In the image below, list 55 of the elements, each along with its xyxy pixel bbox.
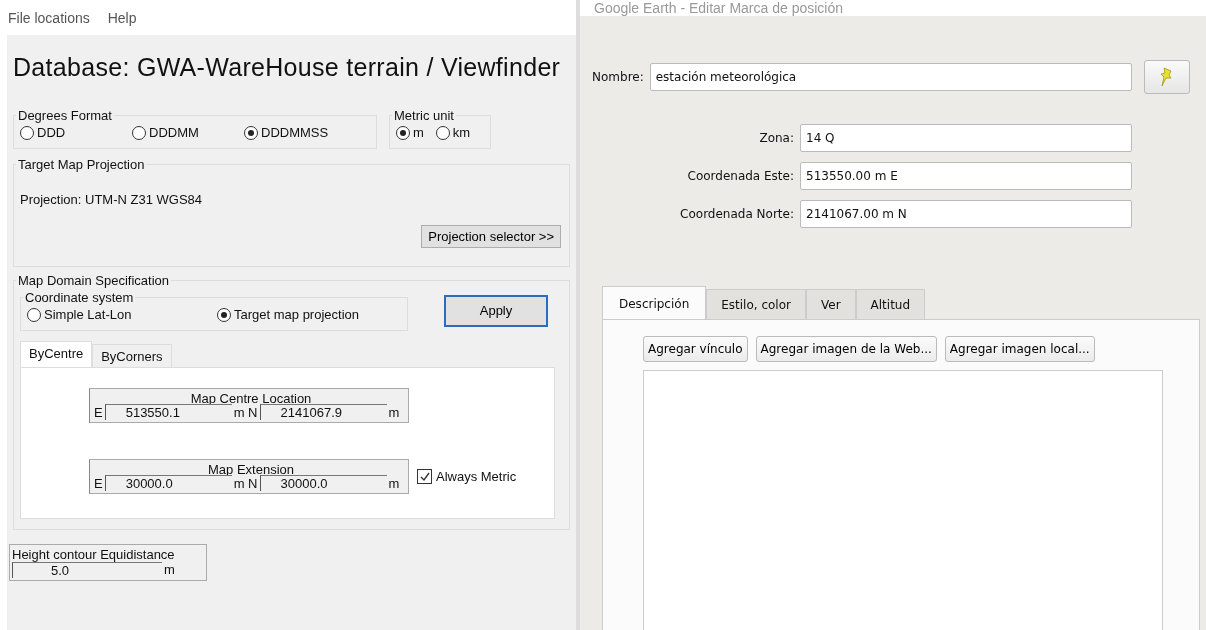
menu-item[interactable]: Help (107, 9, 137, 26)
radio-option[interactable]: km (435, 125, 471, 140)
input-field[interactable]: 2141067.00 m N (800, 200, 1132, 228)
tab[interactable]: Altitud (855, 289, 926, 319)
add-button[interactable]: Agregar imagen local... (944, 336, 1095, 362)
checkmark-icon (418, 470, 431, 483)
window-title: Google Earth - Editar Marca de posición (594, 0, 843, 16)
projection-text: Projection: UTM-N Z31 WGS84 (20, 192, 204, 207)
panel-label: Map Extension (207, 462, 295, 477)
field-label: m N (233, 475, 258, 491)
group-label: Target Map Projection (17, 157, 146, 172)
tab[interactable]: ByCentre (20, 341, 93, 367)
field-label: Coordenada Norte: (679, 207, 794, 221)
unit-label: m (388, 475, 400, 491)
projection-selector-button[interactable]: Projection selector >> (421, 225, 561, 248)
input-field[interactable]: 30000.0 (259, 475, 387, 491)
input-field[interactable]: 5.0 (12, 562, 162, 578)
group-label: Map Domain Specification (17, 273, 171, 288)
pin-icon-button[interactable] (1143, 60, 1190, 94)
input-field[interactable]: 14 Q (800, 124, 1132, 152)
database-title: Database: GWA-WareHouse terrain / Viewfinder (13, 53, 562, 82)
checkbox-option[interactable]: Always Metric (417, 469, 517, 484)
add-button[interactable]: Agregar imagen de la Web... (755, 336, 937, 362)
tab[interactable]: Estilo, color (706, 289, 806, 319)
radio-option[interactable]: Simple Lat-Lon (27, 307, 205, 322)
field-label: Nombre: (592, 70, 644, 84)
apply-button[interactable]: Apply (444, 294, 548, 327)
input-field[interactable]: 30000.0 (104, 475, 232, 491)
group-label: Coordinate system (24, 290, 135, 305)
group-label: Degrees Format (17, 108, 113, 123)
panel-label: Height contour Equidistance (12, 547, 176, 562)
radio-option[interactable]: DDD (20, 125, 120, 140)
menu-item[interactable]: File locations (8, 9, 90, 26)
radio-option[interactable]: Target map projection (217, 307, 395, 322)
tab[interactable]: Descripción (602, 286, 707, 319)
unit-label: m (388, 404, 400, 420)
tab[interactable]: ByCorners (92, 344, 172, 367)
add-button[interactable]: Agregar vínculo (643, 336, 748, 362)
radio-option[interactable]: DDDMMSS (244, 125, 344, 140)
name-field[interactable]: estación meteorológica (649, 63, 1132, 91)
panel-label: Map Centre Location (189, 391, 313, 406)
input-field[interactable]: 513550.1 (104, 404, 232, 420)
field-label: Coordenada Este: (686, 169, 794, 183)
field-label: Zona: (758, 131, 794, 145)
field-label: m N (233, 404, 258, 420)
field-label: E (94, 404, 103, 420)
tab[interactable]: Ver (806, 289, 856, 319)
input-field[interactable]: 2141067.9 (259, 404, 387, 420)
group-label: Metric unit (393, 108, 455, 123)
input-field[interactable]: 513550.00 m E (800, 162, 1132, 190)
checkbox[interactable] (417, 469, 432, 484)
radio-option[interactable]: DDDMM (132, 125, 232, 140)
unit-label: m (164, 562, 175, 578)
description-field[interactable] (643, 370, 1163, 630)
field-label: E (94, 475, 103, 491)
